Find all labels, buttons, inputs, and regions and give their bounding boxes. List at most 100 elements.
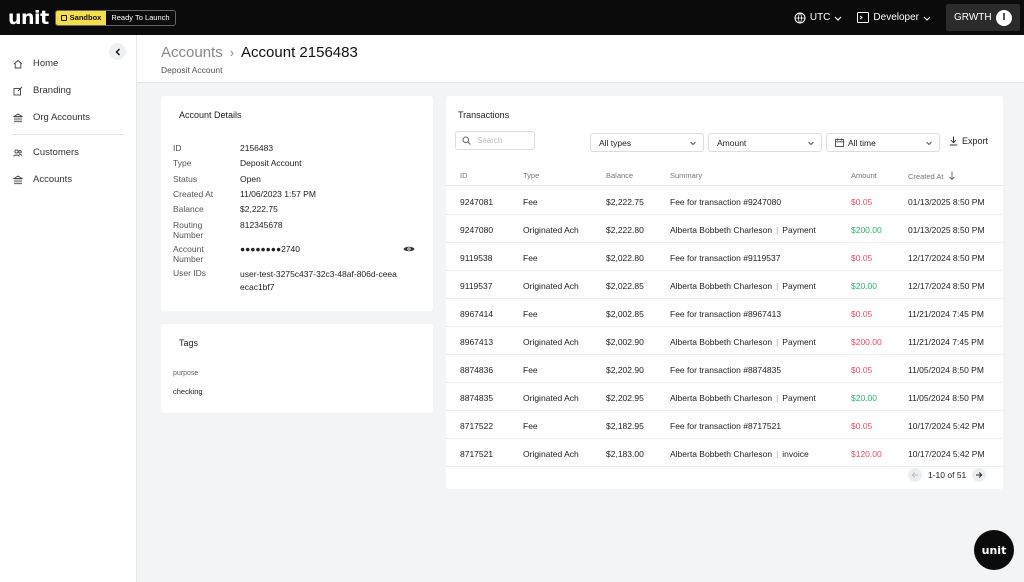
previous-page-button[interactable] (908, 468, 922, 482)
table-row[interactable]: 8874835 Originated Ach $2,202.95 Alberta Bo… (446, 383, 1003, 411)
timezone-selector[interactable]: UTC (794, 12, 844, 24)
column-header-balance[interactable]: Balance (606, 171, 633, 180)
type-filter-value: All types (599, 137, 632, 148)
cell-type: Originated Ach (523, 225, 579, 235)
eye-icon[interactable] (403, 245, 415, 253)
cell-summary: Fee for transaction #9247080 (670, 197, 781, 207)
summary-separator: | (776, 337, 779, 347)
cell-id: 9119537 (460, 281, 493, 291)
arrow-left-icon (911, 472, 918, 478)
type-filter-select[interactable]: All types (590, 133, 704, 152)
detail-value: ●●●●●●●●2740 (240, 244, 300, 254)
cell-summary: Fee for transaction #8874835 (670, 365, 781, 375)
search-icon (462, 136, 471, 145)
search-placeholder: Search (477, 136, 503, 145)
sidebar-item-home[interactable]: Home (13, 58, 58, 69)
export-button[interactable]: Export (949, 136, 988, 146)
time-filter-select[interactable]: All time (826, 133, 940, 152)
tag-key: purpose (173, 370, 199, 377)
sidebar-item-label: Home (33, 58, 59, 69)
detail-value: $2,222.75 (240, 204, 278, 214)
transactions-card: Transactions Search All types Amount All… (446, 96, 1003, 489)
chevron-down-icon (923, 16, 931, 21)
detail-row: User IDs user-test-3275c437-32c3-48af-806… (173, 268, 400, 294)
cell-balance: $2,022.85 (606, 281, 644, 291)
table-row[interactable]: 9119538 Fee $2,022.80 Fee for transaction #… (446, 243, 1003, 271)
table-row[interactable]: 9247081 Fee $2,222.75 Fee for transaction #… (446, 187, 1003, 215)
cell-type: Originated Ach (523, 281, 579, 291)
unit-logo[interactable]: unit (8, 7, 49, 29)
table-row[interactable]: 8967414 Fee $2,002.85 Fee for transaction #… (446, 299, 1003, 327)
summary-text: Alberta Bobbeth Charleson (670, 449, 773, 459)
sidebar: Home Branding Org Accounts Customers Acc… (0, 35, 137, 582)
column-header-id[interactable]: ID (460, 171, 468, 180)
chevron-down-icon (926, 141, 932, 146)
table-row[interactable]: 8717522 Fee $2,182.95 Fee for transaction #… (446, 411, 1003, 439)
environment-status: Ready To Launch (111, 13, 170, 22)
table-row[interactable]: 8967413 Originated Ach $2,002.90 Alberta Bo… (446, 327, 1003, 355)
sidebar-item-org-accounts[interactable]: Org Accounts (13, 112, 90, 123)
summary-tag: Payment (782, 337, 816, 347)
detail-row: Account Number ●●●●●●●●2740 (173, 244, 423, 264)
cell-created-at: 01/13/2025 8:50 PM (908, 197, 985, 207)
table-row[interactable]: 9247080 Originated Ach $2,222.80 Alberta Bo… (446, 215, 1003, 243)
table-row[interactable]: 8717521 Originated Ach $2,183.00 Alberta Bo… (446, 439, 1003, 467)
detail-value: user-test-3275c437-32c3-48af-806d-ceeaec… (240, 269, 397, 292)
detail-key: Status (173, 174, 198, 184)
search-input[interactable]: Search (455, 131, 535, 150)
cell-amount: $20.00 (851, 393, 877, 403)
cell-created-at: 11/21/2024 7:45 PM (908, 337, 984, 347)
column-header-type[interactable]: Type (523, 171, 539, 180)
column-header-created-at[interactable]: Created At (908, 171, 956, 181)
sidebar-item-branding[interactable]: Branding (13, 85, 71, 96)
chevron-down-icon (834, 16, 842, 21)
next-page-button[interactable] (972, 468, 987, 482)
cell-amount: $200.00 (851, 337, 882, 347)
detail-key: Created At (173, 189, 214, 199)
cell-created-at: 10/17/2024 5:42 PM (908, 449, 985, 459)
breadcrumb-accounts-link[interactable]: Accounts (161, 44, 223, 61)
cell-amount: $0.05 (851, 253, 873, 263)
detail-row: Created At 11/06/2023 1:57 PM (173, 189, 316, 199)
sidebar-item-customers[interactable]: Customers (13, 147, 79, 158)
org-switcher[interactable]: GRWTH I (946, 4, 1020, 31)
amount-filter-select[interactable]: Amount (708, 133, 822, 152)
chevron-down-icon (808, 141, 814, 146)
cell-balance: $2,002.85 (606, 309, 644, 319)
summary-tag: Payment (782, 393, 816, 403)
sandbox-label: Sandbox (69, 13, 102, 22)
cell-summary: Alberta Bobbeth Charleson | Payment (670, 225, 816, 235)
detail-row: Routing Number 812345678 (173, 220, 283, 240)
column-header-amount[interactable]: Amount (851, 171, 877, 180)
arrow-down-icon (949, 171, 956, 181)
cell-amount: $20.00 (851, 281, 877, 291)
table-row[interactable]: 8874836 Fee $2,202.90 Fee for transaction #… (446, 355, 1003, 383)
mode-selector[interactable]: Developer (857, 12, 932, 23)
cell-id: 9247080 (460, 225, 494, 235)
chevron-left-icon (115, 48, 120, 55)
detail-key: ID (173, 143, 182, 153)
cell-type: Originated Ach (523, 337, 579, 347)
summary-text: Fee for transaction #8967413 (670, 309, 782, 319)
cell-summary: Fee for transaction #8967413 (670, 309, 781, 319)
cell-type: Fee (523, 197, 538, 207)
sidebar-item-accounts[interactable]: Accounts (13, 174, 72, 185)
summary-text: Fee for transaction #8717521 (670, 421, 782, 431)
detail-key: Account Number (173, 244, 204, 264)
page-title: Account 2156483 (241, 44, 358, 61)
environment-badge[interactable]: Sandbox Ready To Launch (54, 9, 176, 26)
cell-created-at: 11/05/2024 8:50 PM (908, 365, 984, 375)
detail-key: Routing Number (173, 220, 204, 240)
unit-chat-button[interactable]: unit (974, 530, 1014, 570)
detail-value: 2156483 (240, 143, 274, 153)
collapse-sidebar-button[interactable] (109, 43, 126, 60)
column-header-summary[interactable]: Summary (670, 171, 702, 180)
cell-created-at: 12/17/2024 8:50 PM (908, 253, 985, 263)
cell-created-at: 10/17/2024 5:42 PM (908, 421, 985, 431)
cell-id: 8874835 (460, 393, 494, 403)
sandbox-icon (60, 14, 67, 21)
globe-icon (794, 12, 806, 23)
table-row[interactable]: 9119537 Originated Ach $2,022.85 Alberta Bo… (446, 271, 1003, 299)
sandbox-tag: Sandbox (55, 10, 107, 25)
summary-text: Fee for transaction #9247080 (670, 197, 782, 207)
